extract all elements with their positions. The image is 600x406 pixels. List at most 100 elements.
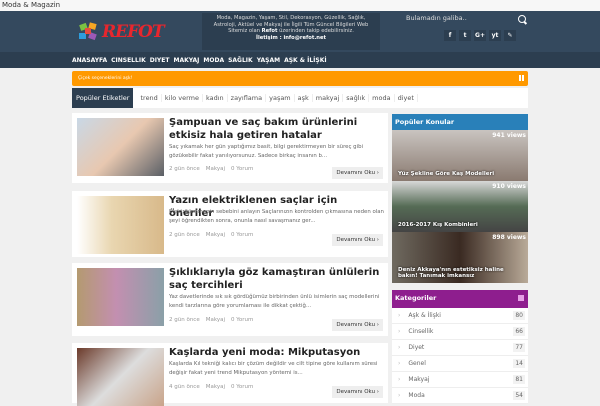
popular-tags: Popüler Etiketler trend kilo verme kadın…: [72, 88, 528, 108]
read-more-button[interactable]: Devamını Oku ›: [332, 167, 383, 179]
news-ticker: Çiçek seçeneklerini aşk!: [72, 71, 528, 86]
post-excerpt: Saç yıkamak her gün yaptığımız basit, bi…: [169, 144, 364, 159]
post-excerpt: Kaşlarda Kıl tekniği kalıcı bir çözüm de…: [169, 361, 378, 376]
tag[interactable]: kadın: [203, 94, 228, 102]
post-excerpt: Yaz davetlerinde sık sık gördüğümüz birb…: [169, 294, 380, 309]
post-title[interactable]: Şampuan ve saç bakım ürünlerini etkisiz …: [169, 116, 384, 142]
popular-item[interactable]: 941 views Yüz Şekline Göre Kaş Modelleri: [392, 130, 528, 181]
tag[interactable]: zayıflama: [228, 94, 267, 102]
chevron-right-icon: ›: [398, 376, 401, 383]
youtube-icon[interactable]: yt: [489, 30, 501, 41]
category-item[interactable]: › Diyet 77: [392, 340, 528, 356]
nav-yasam[interactable]: YAŞAM: [257, 57, 280, 64]
nav-ask-iliski[interactable]: AŞK & İLİŞKİ: [284, 57, 327, 64]
post-thumbnail[interactable]: [77, 118, 164, 176]
post-comments[interactable]: 0 Yorum: [231, 232, 253, 238]
nav-saglik[interactable]: SAĞLIK: [228, 57, 253, 64]
views-count: 941 views: [492, 132, 526, 139]
post-date: 2 gün önce: [169, 232, 200, 238]
category-item[interactable]: › Genel 14: [392, 356, 528, 372]
logo-text: REFOT: [102, 22, 165, 42]
post-comments[interactable]: 0 Yorum: [231, 384, 253, 390]
post-comments[interactable]: 0 Yorum: [231, 166, 253, 172]
tag[interactable]: yaşam: [266, 94, 295, 102]
pause-icon[interactable]: [519, 75, 524, 81]
category-count: 14: [513, 359, 525, 368]
nav-diyet[interactable]: DIYET: [150, 57, 170, 64]
post-thumbnail[interactable]: [77, 196, 164, 254]
post-date: 2 gün önce: [169, 317, 200, 323]
categories-title: Kategoriler: [392, 290, 528, 308]
chevron-right-icon: ›: [398, 392, 401, 399]
site-header: REFOT Moda, Magazin, Yaşam, Stil, Dekora…: [0, 11, 600, 52]
google-plus-icon[interactable]: G+: [474, 30, 486, 41]
tag[interactable]: moda: [369, 94, 395, 102]
category-item[interactable]: › Makyaj 81: [392, 372, 528, 388]
category-name[interactable]: Cinsellik: [408, 328, 433, 335]
post-thumbnail[interactable]: [77, 348, 164, 406]
post-category[interactable]: Makyaj: [206, 232, 225, 238]
category-count: 80: [513, 311, 525, 320]
category-item[interactable]: › Moda 54: [392, 388, 528, 404]
post-thumbnail[interactable]: [77, 268, 164, 326]
post-category[interactable]: Makyaj: [206, 384, 225, 390]
nav-makyaj[interactable]: MAKYAJ: [173, 57, 199, 64]
menu-icon: [518, 295, 524, 301]
link-icon[interactable]: ✎: [504, 30, 516, 41]
chevron-right-icon: ›: [398, 344, 401, 351]
category-name[interactable]: Diyet: [408, 344, 424, 351]
popular-item-title[interactable]: 2016-2017 Kış Kombinleri: [398, 222, 516, 228]
read-more-button[interactable]: Devamını Oku ›: [332, 319, 383, 331]
category-name[interactable]: Makyaj: [408, 376, 429, 383]
popular-item[interactable]: 910 views 2016-2017 Kış Kombinleri: [392, 181, 528, 232]
post-title[interactable]: Kaşlarda yeni moda: Mikputasyon: [169, 346, 384, 359]
categories-title-text: Kategoriler: [395, 294, 437, 302]
ticker-text[interactable]: Çiçek seçeneklerini aşk!: [78, 76, 132, 81]
contact-email[interactable]: İletişim : info@refot.net: [256, 35, 326, 41]
site-description: Moda, Magazin, Yaşam, Stil, Dekorasyon, …: [202, 13, 380, 50]
chevron-right-icon: ›: [398, 328, 401, 335]
post-card: Şampuan ve saç bakım ürünlerini etkisiz …: [72, 113, 388, 183]
post-card: Şıklıklarıyla göz kamaştıran ünlülerin s…: [72, 263, 388, 336]
category-count: 54: [513, 391, 525, 400]
twitter-icon[interactable]: t: [459, 30, 471, 41]
popular-item-title[interactable]: Deniz Akkaya'nın estetiksiz haline bakın…: [398, 267, 516, 279]
tag[interactable]: diyet: [395, 94, 418, 102]
popular-item-title[interactable]: Yüz Şekline Göre Kaş Modelleri: [398, 171, 516, 177]
popular-topics-widget: Popüler Konular 941 views Yüz Şekline Gö…: [392, 114, 528, 283]
post-meta: 2 gün önce Makyaj 0 Yorum: [169, 317, 253, 323]
nav-cinsellik[interactable]: CINSELLIK: [111, 57, 146, 64]
site-logo[interactable]: REFOT: [78, 19, 173, 45]
category-name[interactable]: Moda: [408, 392, 424, 399]
tag[interactable]: makyaj: [313, 94, 344, 102]
views-count: 898 views: [492, 234, 526, 241]
post-title[interactable]: Şıklıklarıyla göz kamaştıran ünlülerin s…: [169, 266, 384, 292]
post-date: 4 gün önce: [169, 384, 200, 390]
nav-moda[interactable]: MODA: [203, 57, 224, 64]
read-more-button[interactable]: Devamını Oku ›: [332, 234, 383, 246]
search-input[interactable]: Bulamadın galiba..: [406, 14, 467, 22]
search-box[interactable]: Bulamadın galiba..: [406, 14, 531, 26]
about-brand: Refot: [261, 28, 278, 35]
post-card: Kaşlarda yeni moda: Mikputasyon Kaşlarda…: [72, 343, 388, 406]
social-links: f t G+ yt ✎: [444, 30, 516, 41]
read-more-button[interactable]: Devamını Oku ›: [332, 386, 383, 398]
post-category[interactable]: Makyaj: [206, 166, 225, 172]
tag[interactable]: sağlık: [343, 94, 370, 102]
search-icon[interactable]: [518, 15, 526, 23]
post-comments[interactable]: 0 Yorum: [231, 317, 253, 323]
category-item[interactable]: › Cinsellik 66: [392, 324, 528, 340]
views-count: 910 views: [492, 183, 526, 190]
nav-anasayfa[interactable]: ANASAYFA: [72, 57, 107, 64]
category-name[interactable]: Genel: [408, 360, 426, 367]
chevron-right-icon: ›: [398, 312, 401, 319]
facebook-icon[interactable]: f: [444, 30, 456, 41]
category-item[interactable]: › Aşk & İlişki 80: [392, 308, 528, 324]
tag[interactable]: aşk: [295, 94, 313, 102]
logo-mark-icon: [79, 22, 97, 41]
post-category[interactable]: Makyaj: [206, 317, 225, 323]
tag[interactable]: trend: [137, 94, 162, 102]
category-name[interactable]: Aşk & İlişki: [408, 312, 441, 319]
tag[interactable]: kilo verme: [162, 94, 203, 102]
popular-item[interactable]: 898 views Deniz Akkaya'nın estetiksiz ha…: [392, 232, 528, 283]
